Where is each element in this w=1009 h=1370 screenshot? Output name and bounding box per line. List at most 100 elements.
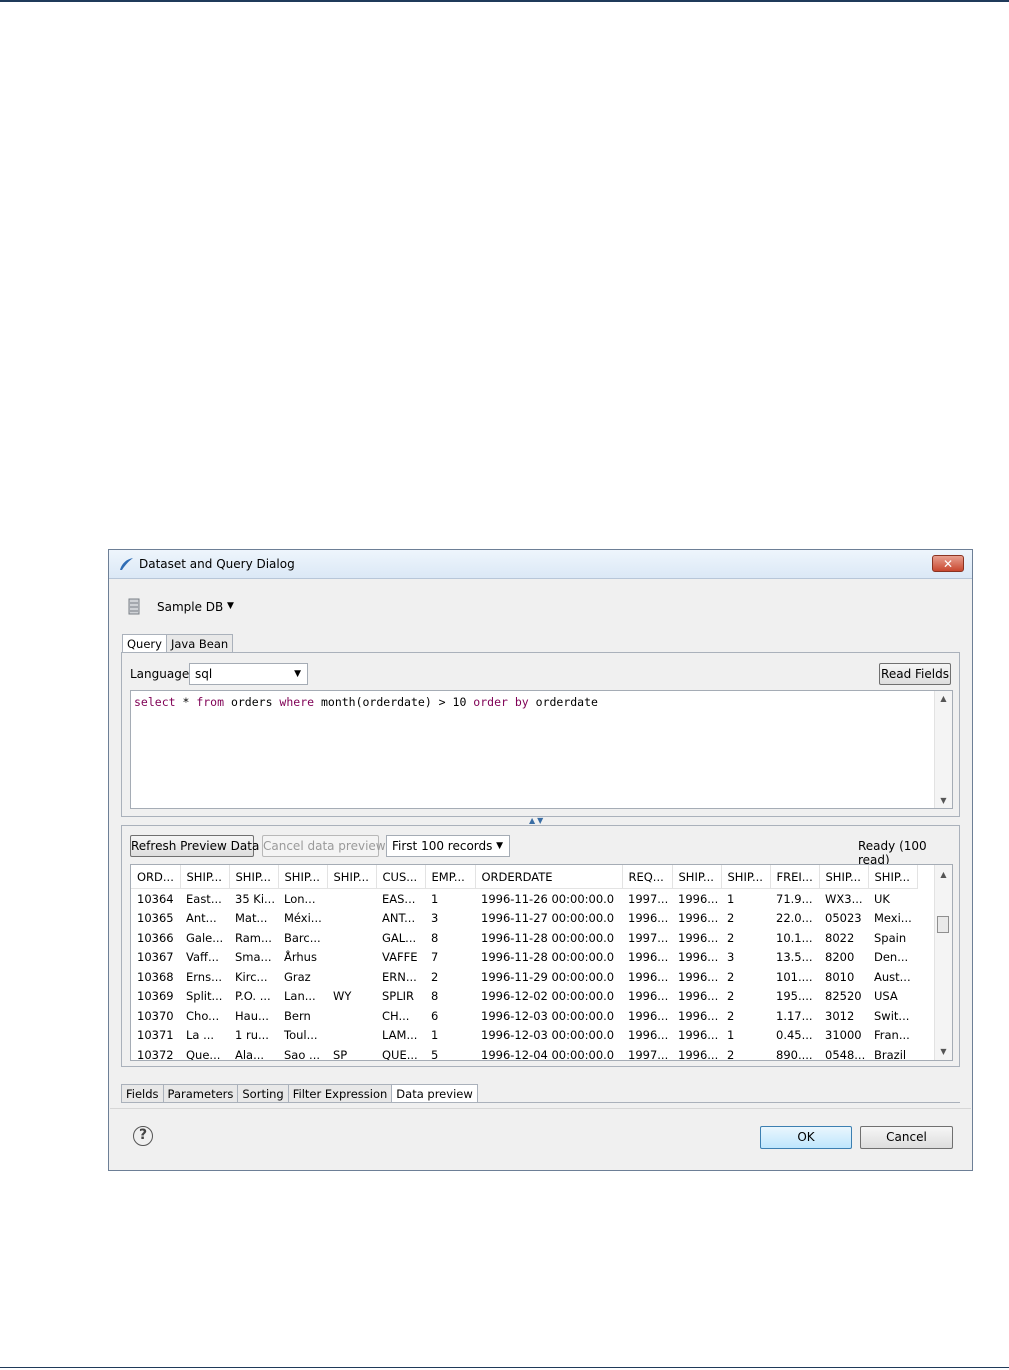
column-header[interactable]: EMP...	[425, 865, 476, 889]
column-header[interactable]: REQ...	[622, 865, 673, 889]
tab-query[interactable]: Query	[122, 634, 167, 653]
table-cell: 3	[727, 950, 735, 965]
cancel-preview-button[interactable]: Cancel data preview	[262, 835, 386, 857]
cancel-button[interactable]: Cancel	[860, 1126, 953, 1149]
table-cell: 1996...	[678, 1028, 719, 1043]
column-header[interactable]: SHIP...	[721, 865, 771, 889]
table-cell	[327, 967, 376, 987]
tab-fields[interactable]: Fields	[121, 1084, 164, 1103]
window-title: Dataset and Query Dialog	[139, 557, 295, 571]
table-cell: Barc...	[284, 930, 321, 945]
column-header[interactable]: SHIP...	[278, 865, 328, 889]
table-cell: 1	[431, 1028, 439, 1043]
column-header[interactable]: SHIP...	[819, 865, 869, 889]
table-cell: 2	[727, 911, 735, 926]
table-cell: ERN...	[382, 969, 417, 984]
sql-text: month(orderdate) > 10	[314, 695, 474, 709]
table-cell: Toul...	[284, 1028, 318, 1043]
table-cell: 1996...	[628, 969, 669, 984]
table-row[interactable]: 10366 Gale... Ram... Barc... GAL... 8 1996-11-…	[131, 928, 917, 948]
query-panel: Language sql ▼ Read Fields select * from…	[121, 652, 960, 817]
sql-editor[interactable]: select * from orders where month(orderda…	[130, 690, 953, 809]
column-header[interactable]: SHIP...	[672, 865, 722, 889]
scroll-thumb[interactable]	[937, 916, 949, 933]
table-cell: 2	[727, 1008, 735, 1023]
records-select[interactable]: First 100 records ▼	[386, 835, 510, 857]
column-header[interactable]: ORD...	[131, 865, 181, 889]
table-row[interactable]: 10370 Cho... Hau... Bern CH... 6 1996-12-03 00…	[131, 1006, 917, 1026]
table-cell: 10370	[137, 1008, 174, 1023]
table-cell: 1996-11-27 00:00:00.0	[481, 911, 615, 926]
splitter-sash-icon[interactable]: ▲▼	[529, 816, 545, 825]
language-select[interactable]: sql ▼	[189, 663, 308, 685]
table-scrollbar[interactable]: ▲ ▼	[934, 865, 952, 1060]
table-cell: 1997...	[628, 930, 669, 945]
table-row[interactable]: 10369 Split... P.O. ... Lan... WY SPLIR 8 1996-…	[131, 987, 917, 1007]
table-cell: Erns...	[186, 969, 223, 984]
app-logo-icon	[120, 558, 133, 570]
table-cell: 8	[431, 930, 439, 945]
table-cell: Que...	[186, 1047, 221, 1061]
table-cell: 2	[727, 989, 735, 1004]
title-bar: Dataset and Query Dialog ✕	[109, 550, 972, 579]
table-cell: Lon...	[284, 891, 316, 906]
read-fields-button[interactable]: Read Fields	[879, 663, 951, 685]
table-cell: 71.9...	[776, 891, 813, 906]
tab-filter-expression[interactable]: Filter Expression	[287, 1084, 393, 1103]
footer-divider	[110, 1108, 971, 1109]
table-row[interactable]: 10371 La ... 1 ru... Toul... LAM... 1 1996-12-…	[131, 1026, 917, 1046]
tab-java-bean[interactable]: Java Bean	[165, 634, 234, 653]
column-header[interactable]: CUS...	[376, 865, 426, 889]
table-cell	[327, 1026, 376, 1046]
table-row[interactable]: 10365 Ant... Mat... Méxi... ANT... 3 1996-11-2…	[131, 909, 917, 929]
datasource-name[interactable]: Sample DB	[157, 600, 223, 614]
data-preview-table[interactable]: ORD... SHIP... SHIP... SHIP... SHIP... CUS...…	[130, 864, 953, 1061]
column-header[interactable]: SHIP...	[229, 865, 279, 889]
column-header[interactable]: SHIP...	[868, 865, 918, 889]
close-button[interactable]: ✕	[932, 555, 964, 572]
sql-keyword: select	[134, 695, 176, 709]
column-header[interactable]: FREI...	[770, 865, 820, 889]
column-header[interactable]: SHIP...	[327, 865, 377, 889]
column-header[interactable]: SHIP...	[180, 865, 230, 889]
table-cell: Gale...	[186, 930, 224, 945]
table-cell: 1996-11-28 00:00:00.0	[481, 950, 615, 965]
table-row[interactable]: 10367 Vaff... Sma... Århus VAFFE 7 1996-11-28 …	[131, 948, 917, 968]
table-cell: 10.1...	[776, 930, 813, 945]
table-cell: Méxi...	[284, 911, 322, 926]
tab-data-preview[interactable]: Data preview	[391, 1084, 478, 1103]
table-cell: 6	[431, 1008, 439, 1023]
tab-parameters[interactable]: Parameters	[162, 1084, 239, 1103]
table-cell: P.O. ...	[235, 989, 271, 1004]
query-tabs: Query Java Bean	[122, 634, 234, 653]
column-header[interactable]: ORDERDATE	[475, 865, 623, 889]
table-cell: Fran...	[874, 1028, 910, 1043]
scroll-down-icon[interactable]: ▼	[935, 796, 952, 805]
table-row[interactable]: 10364 East... 35 Ki... Lon... EAS... 1 1996-11…	[131, 889, 917, 909]
help-icon[interactable]: ?	[133, 1126, 153, 1146]
ok-button[interactable]: OK	[760, 1126, 852, 1149]
scroll-down-icon[interactable]: ▼	[935, 1047, 952, 1056]
table-cell: SPLIR	[382, 989, 415, 1004]
datasource-dropdown-arrow-icon[interactable]: ▼	[227, 601, 234, 611]
page-top-rule	[0, 0, 1009, 2]
table-row[interactable]: 10368 Erns... Kirc... Graz ERN... 2 1996-11-29…	[131, 967, 917, 987]
table-cell: 195....	[776, 989, 813, 1004]
table-cell: Hau...	[235, 1008, 269, 1023]
sql-keyword: by	[514, 695, 529, 709]
scroll-up-icon[interactable]: ▲	[935, 870, 952, 879]
table-row[interactable]: 10372 Que... Ala... Sao ... SP QUE... 5 1996-12…	[131, 1045, 917, 1061]
records-select-value: First 100 records	[392, 839, 493, 853]
table-cell: 2	[727, 930, 735, 945]
editor-scrollbar[interactable]: ▲ ▼	[934, 691, 952, 808]
refresh-preview-button[interactable]: Refresh Preview Data	[130, 835, 259, 857]
table-cell: SP	[333, 1047, 348, 1061]
table-cell: 8010	[825, 969, 855, 984]
table-cell: 1996...	[678, 989, 719, 1004]
tab-sorting[interactable]: Sorting	[237, 1084, 289, 1103]
table-cell	[327, 909, 376, 929]
sql-text: orders	[224, 695, 280, 709]
table-cell: 31000	[825, 1028, 862, 1043]
table-cell: 10364	[137, 891, 174, 906]
scroll-up-icon[interactable]: ▲	[935, 694, 952, 703]
